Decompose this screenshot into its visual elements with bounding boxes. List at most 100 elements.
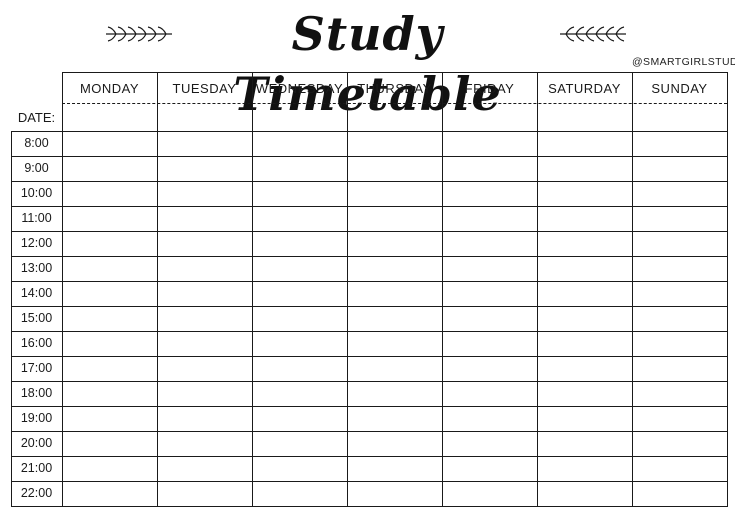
timetable-cell[interactable] [158,182,252,206]
timetable-cell[interactable] [538,457,632,481]
timetable-cell[interactable] [538,332,632,356]
timetable-cell[interactable] [158,332,252,356]
timetable-cell[interactable] [348,132,442,156]
timetable-cell[interactable] [158,407,252,431]
timetable-cell[interactable] [633,457,727,481]
timetable-cell[interactable] [633,382,727,406]
timetable-cell[interactable] [63,257,157,281]
timetable-cell[interactable] [443,282,537,306]
date-cell[interactable] [348,104,442,131]
timetable-cell[interactable] [633,482,727,506]
timetable-cell[interactable] [63,182,157,206]
timetable-cell[interactable] [348,157,442,181]
timetable-cell[interactable] [253,307,347,331]
timetable-cell[interactable] [538,307,632,331]
timetable-cell[interactable] [253,282,347,306]
date-cell[interactable] [633,104,727,131]
timetable-cell[interactable] [443,482,537,506]
timetable-cell[interactable] [158,132,252,156]
timetable-cell[interactable] [348,282,442,306]
timetable-cell[interactable] [63,207,157,231]
timetable-cell[interactable] [348,182,442,206]
timetable-cell[interactable] [63,382,157,406]
timetable-cell[interactable] [158,157,252,181]
timetable-cell[interactable] [253,232,347,256]
timetable-cell[interactable] [538,132,632,156]
timetable-cell[interactable] [538,432,632,456]
timetable-cell[interactable] [348,332,442,356]
timetable-cell[interactable] [158,482,252,506]
timetable-cell[interactable] [63,332,157,356]
date-cell[interactable] [158,104,252,131]
timetable-cell[interactable] [348,432,442,456]
timetable-cell[interactable] [158,232,252,256]
timetable-cell[interactable] [158,282,252,306]
timetable-cell[interactable] [253,182,347,206]
timetable-cell[interactable] [443,157,537,181]
timetable-cell[interactable] [633,207,727,231]
timetable-cell[interactable] [633,282,727,306]
timetable-cell[interactable] [633,232,727,256]
timetable-cell[interactable] [158,307,252,331]
date-cell[interactable] [538,104,632,131]
timetable-cell[interactable] [348,382,442,406]
timetable-cell[interactable] [443,382,537,406]
timetable-cell[interactable] [538,157,632,181]
timetable-cell[interactable] [633,332,727,356]
timetable-cell[interactable] [253,207,347,231]
timetable-cell[interactable] [253,482,347,506]
timetable-cell[interactable] [63,232,157,256]
timetable-cell[interactable] [348,407,442,431]
timetable-cell[interactable] [443,207,537,231]
timetable-cell[interactable] [633,132,727,156]
timetable-cell[interactable] [158,382,252,406]
timetable-cell[interactable] [538,282,632,306]
timetable-cell[interactable] [538,182,632,206]
timetable-cell[interactable] [633,257,727,281]
timetable-cell[interactable] [538,207,632,231]
timetable-cell[interactable] [158,432,252,456]
timetable-cell[interactable] [633,307,727,331]
timetable-cell[interactable] [538,382,632,406]
timetable-cell[interactable] [253,432,347,456]
timetable-cell[interactable] [443,457,537,481]
timetable-cell[interactable] [443,132,537,156]
timetable-cell[interactable] [63,407,157,431]
timetable-cell[interactable] [538,257,632,281]
timetable-cell[interactable] [253,407,347,431]
timetable-cell[interactable] [538,232,632,256]
timetable-cell[interactable] [253,382,347,406]
timetable-cell[interactable] [348,457,442,481]
timetable-cell[interactable] [443,232,537,256]
timetable-cell[interactable] [348,232,442,256]
timetable-cell[interactable] [443,182,537,206]
timetable-cell[interactable] [158,357,252,381]
timetable-cell[interactable] [63,307,157,331]
date-cell[interactable] [443,104,537,131]
timetable-cell[interactable] [63,482,157,506]
timetable-cell[interactable] [538,407,632,431]
timetable-cell[interactable] [253,157,347,181]
timetable-cell[interactable] [63,357,157,381]
timetable-cell[interactable] [253,257,347,281]
timetable-cell[interactable] [348,257,442,281]
timetable-cell[interactable] [63,457,157,481]
timetable-cell[interactable] [158,457,252,481]
timetable-cell[interactable] [633,157,727,181]
timetable-cell[interactable] [63,157,157,181]
timetable-cell[interactable] [158,207,252,231]
timetable-cell[interactable] [63,282,157,306]
timetable-cell[interactable] [443,357,537,381]
timetable-cell[interactable] [443,332,537,356]
timetable-cell[interactable] [348,307,442,331]
timetable-cell[interactable] [443,257,537,281]
timetable-cell[interactable] [348,357,442,381]
timetable-cell[interactable] [633,357,727,381]
timetable-cell[interactable] [253,457,347,481]
timetable-cell[interactable] [63,432,157,456]
timetable-cell[interactable] [443,432,537,456]
timetable-cell[interactable] [348,482,442,506]
timetable-cell[interactable] [253,332,347,356]
timetable-cell[interactable] [443,307,537,331]
timetable-cell[interactable] [633,432,727,456]
